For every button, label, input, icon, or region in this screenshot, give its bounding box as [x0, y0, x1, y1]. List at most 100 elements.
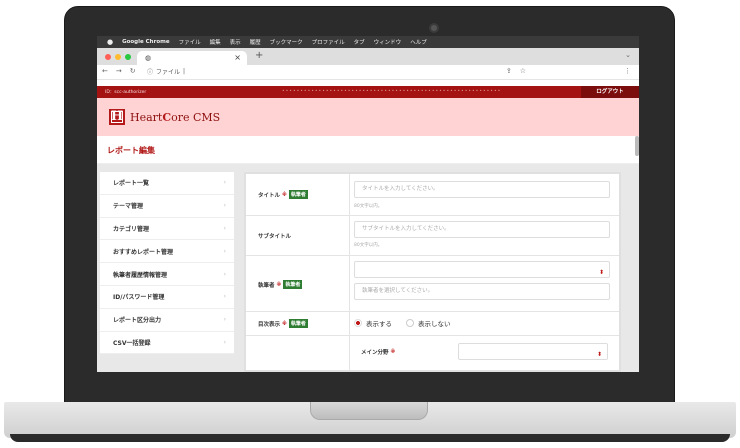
menu-item[interactable]: ブックマーク — [270, 38, 303, 46]
form-row-subtitle: サブタイトル サブタイトルを入力してください。 80文字以内。 — [246, 216, 619, 256]
author-select[interactable]: ⬍ — [354, 261, 610, 278]
laptop-notch — [310, 402, 428, 420]
sidebar-item-label: レポート区分出力 — [113, 317, 162, 325]
forward-icon[interactable]: → — [116, 67, 122, 75]
browser-tab-bar: ◍ × + ⌄ — [97, 48, 639, 65]
browser-tab[interactable]: ◍ × — [137, 51, 247, 65]
form-row-toc: 目次表示 ※ 執筆者 表示する 表示しない — [246, 312, 619, 336]
logo-icon[interactable]: H — [109, 109, 125, 125]
tab-close-button[interactable]: × — [234, 53, 241, 62]
laptop-mockup: ● Google Chrome ファイル 編集 表示 履歴 ブックマーク プロフ… — [0, 0, 740, 448]
title-input[interactable]: タイトルを入力してください。 — [354, 181, 610, 198]
subtitle-label: サブタイトル — [258, 234, 292, 240]
chevron-right-icon: › — [223, 179, 226, 187]
title-label: タイトル — [258, 192, 281, 199]
reload-icon[interactable]: ↻ — [130, 67, 136, 75]
page-scrollbar[interactable] — [635, 136, 639, 156]
back-icon[interactable]: ← — [102, 67, 108, 75]
close-window-button[interactable] — [105, 54, 111, 60]
address-bar: ← → ↻ ⓘ ファイル | ⇪ ☆ ⋮ — [97, 65, 639, 80]
required-mark: ※ — [282, 320, 287, 327]
apple-icon[interactable]: ● — [107, 38, 113, 46]
subtitle-hint: 80文字以内。 — [354, 243, 383, 248]
subtitle-input[interactable]: サブタイトルを入力してください。 — [354, 221, 610, 238]
sidebar-item-label: ID/パスワード管理 — [113, 294, 165, 302]
new-tab-button[interactable]: + — [255, 50, 263, 61]
more-menu-icon[interactable]: ⋮ — [624, 67, 631, 75]
radio-hide[interactable] — [406, 319, 414, 327]
divider — [349, 312, 350, 335]
share-icon[interactable]: ⇪ — [506, 67, 512, 75]
form-row-title: タイトル ※ 執筆者 タイトルを入力してください。 80文字以内。 — [246, 174, 619, 216]
screen: ● Google Chrome ファイル 編集 表示 履歴 ブックマーク プロフ… — [97, 36, 639, 372]
decorative-dots: ••••••••••••••••••••••••••••••••••••••••… — [282, 89, 502, 94]
divider — [349, 256, 350, 311]
divider — [349, 216, 350, 255]
report-edit-form: タイトル ※ 執筆者 タイトルを入力してください。 80文字以内。 サブタイトル… — [244, 172, 621, 372]
chevron-right-icon: › — [223, 202, 226, 210]
select-arrows-icon: ⬍ — [598, 269, 604, 276]
menu-item[interactable]: 編集 — [210, 38, 221, 46]
chevron-right-icon: › — [223, 316, 226, 324]
required-mark: ※ — [390, 349, 396, 355]
sidebar-item-report-list[interactable]: レポート一覧 › — [100, 172, 234, 195]
sidebar-item-label: カテゴリ管理 — [113, 225, 150, 233]
chevron-right-icon: › — [223, 224, 226, 232]
sidebar-item-label: レポート一覧 — [113, 180, 150, 188]
user-id-label: ID：scc-authorizer — [105, 90, 147, 95]
form-row-author: 執筆者 ※ 執筆者 ⬍ 執筆者を選択してください。 — [246, 256, 619, 312]
chevron-right-icon: › — [223, 338, 226, 346]
menu-item[interactable]: ウィンドウ — [374, 38, 402, 46]
menu-item[interactable]: タブ — [354, 38, 365, 46]
field-label: メイン分野 ※ — [361, 348, 395, 356]
sidebar-item-id-password[interactable]: ID/パスワード管理 › — [100, 286, 234, 309]
site-top-strip: ID：scc-authorizer ••••••••••••••••••••••… — [97, 86, 639, 98]
nav-buttons: ← → ↻ — [102, 67, 136, 75]
page-title-bar: レポート編集 — [97, 136, 639, 164]
logo-text-part: Heart — [130, 111, 163, 124]
logo-text-part: ore CMS — [171, 111, 221, 124]
chevron-right-icon: › — [223, 270, 226, 278]
required-mark: ※ — [282, 191, 287, 198]
radio-show[interactable] — [354, 319, 362, 327]
window-controls — [105, 54, 131, 60]
field-label: 目次表示 ※ 執筆者 — [258, 319, 308, 328]
author-label: 執筆者 — [258, 282, 275, 289]
bookmark-star-icon[interactable]: ☆ — [520, 67, 526, 75]
info-icon: ⓘ — [147, 69, 154, 76]
sidebar-item-theme[interactable]: テーマ管理 › — [100, 195, 234, 218]
chevron-down-icon[interactable]: ⌄ — [625, 51, 631, 59]
sidebar-item-author-history[interactable]: 執筆者履歴情報管理 › — [100, 263, 234, 286]
mac-menu-bar: ● Google Chrome ファイル 編集 表示 履歴 ブックマーク プロフ… — [97, 36, 639, 48]
sidebar-item-report-output[interactable]: レポート区分出力 › — [100, 309, 234, 332]
menu-item[interactable]: ヘルプ — [410, 38, 427, 46]
minimize-window-button[interactable] — [115, 54, 121, 60]
required-mark: ※ — [276, 281, 282, 288]
radio-hide-label[interactable]: 表示しない — [418, 318, 451, 328]
menu-item[interactable]: ファイル — [179, 38, 201, 46]
url-field[interactable]: ⓘ ファイル | — [147, 67, 185, 76]
sidebar-item-recommended[interactable]: おすすめレポート管理 › — [100, 240, 234, 264]
menu-item[interactable]: 表示 — [230, 38, 241, 46]
sidebar-item-label: 執筆者履歴情報管理 — [113, 271, 168, 279]
sidebar-item-csv-import[interactable]: CSV一括登録 › — [100, 332, 234, 355]
logout-button[interactable]: ログアウト — [581, 86, 639, 98]
field-label: タイトル ※ 執筆者 — [258, 190, 308, 199]
sidebar-item-label: おすすめレポート管理 — [113, 248, 174, 256]
camera-icon — [429, 23, 439, 33]
main-category-label: メイン分野 — [361, 350, 389, 356]
radio-show-label[interactable]: 表示する — [366, 318, 392, 328]
maximize-window-button[interactable] — [125, 54, 131, 60]
toc-radio-group: 表示する 表示しない — [354, 318, 451, 328]
author-display[interactable]: 執筆者を選択してください。 — [354, 283, 610, 300]
menu-item[interactable]: 履歴 — [250, 38, 261, 46]
main-category-select[interactable]: ⬍ — [458, 343, 608, 360]
author-badge: 執筆者 — [283, 280, 303, 289]
field-label: 執筆者 ※ 執筆者 — [258, 280, 303, 289]
sidebar-item-category[interactable]: カテゴリ管理 › — [100, 218, 234, 241]
page-title: レポート編集 — [107, 146, 155, 155]
select-arrows-icon: ⬍ — [596, 351, 602, 358]
menu-item[interactable]: プロファイル — [312, 38, 345, 46]
menu-app-name[interactable]: Google Chrome — [122, 39, 169, 45]
site-logo-text[interactable]: HeartCore CMS — [130, 111, 220, 124]
